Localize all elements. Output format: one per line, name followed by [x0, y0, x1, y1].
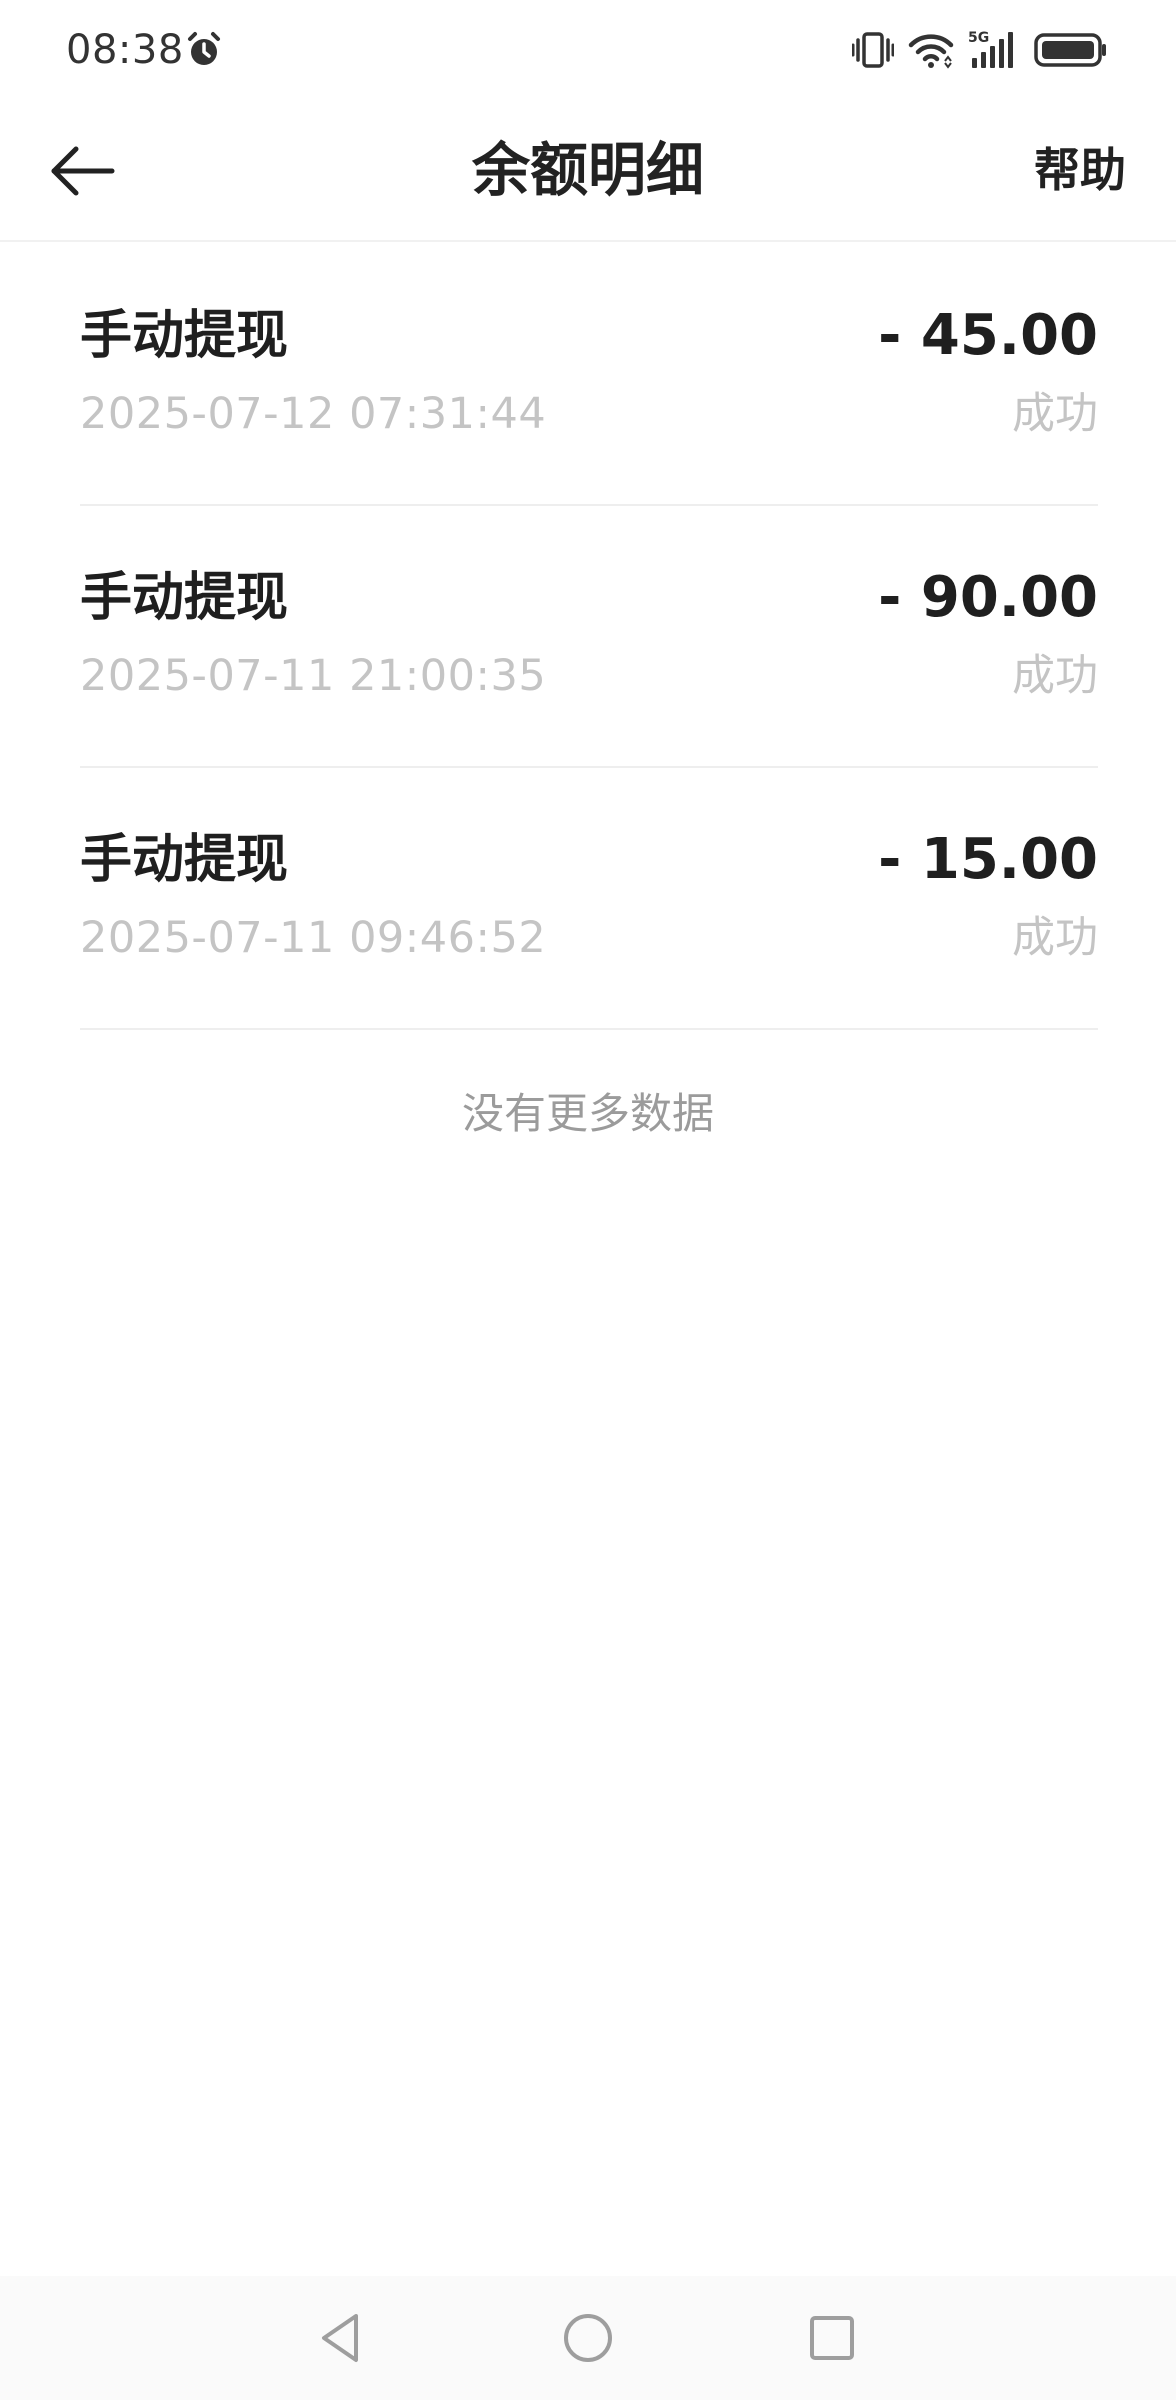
transaction-row[interactable]: 手动提现 2025-07-11 21:00:35 - 90.00 成功	[80, 506, 1098, 768]
transaction-time: 2025-07-11 21:00:35	[80, 651, 547, 701]
signal-icon: 5G	[968, 30, 1013, 68]
no-more-data-label: 没有更多数据	[461, 1089, 714, 1138]
transaction-list: 手动提现 2025-07-12 07:31:44 - 45.00 成功 手动提现…	[80, 244, 1098, 1030]
transaction-title: 手动提现	[80, 568, 289, 628]
status-bar: 08:38 5G	[0, 0, 1176, 100]
transaction-title: 手动提现	[80, 830, 289, 890]
nav-back-icon[interactable]	[312, 2308, 372, 2368]
transaction-time: 2025-07-11 09:46:52	[80, 913, 547, 963]
alarm-icon	[188, 32, 220, 65]
status-icons: 5G	[852, 30, 1108, 70]
transaction-title: 手动提现	[80, 306, 289, 366]
arrow-left-icon	[51, 146, 115, 196]
page-header: 余额明细 帮助	[0, 100, 1176, 242]
nav-home-icon[interactable]	[558, 2308, 618, 2368]
transaction-row[interactable]: 手动提现 2025-07-11 09:46:52 - 15.00 成功	[80, 768, 1098, 1030]
page-title: 余额明细	[471, 136, 704, 204]
back-button[interactable]	[40, 136, 124, 206]
nav-recent-icon[interactable]	[802, 2308, 862, 2368]
network-type-label: 5G	[968, 30, 989, 46]
transaction-amount: - 15.00	[878, 827, 1098, 892]
transaction-time: 2025-07-12 07:31:44	[80, 389, 547, 439]
status-time: 08:38	[66, 27, 184, 73]
transaction-row[interactable]: 手动提现 2025-07-12 07:31:44 - 45.00 成功	[80, 244, 1098, 506]
help-button[interactable]: 帮助	[1034, 140, 1126, 200]
wifi-icon	[908, 34, 954, 69]
battery-icon	[1034, 33, 1106, 67]
system-nav-bar	[0, 2276, 1176, 2400]
vibrate-icon	[852, 32, 894, 68]
transaction-status: 成功	[1012, 913, 1098, 963]
transaction-amount: - 45.00	[878, 303, 1098, 368]
transaction-status: 成功	[1012, 389, 1098, 439]
transaction-amount: - 90.00	[878, 565, 1098, 630]
transaction-status: 成功	[1012, 651, 1098, 701]
